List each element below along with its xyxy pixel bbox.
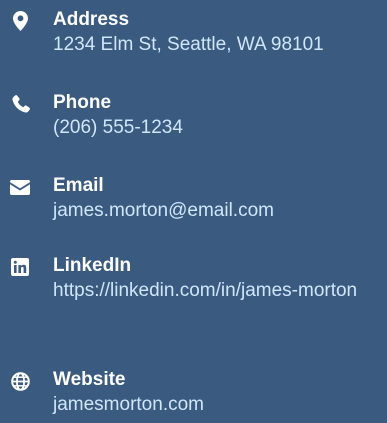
contact-label-phone: Phone bbox=[53, 92, 112, 113]
website-link[interactable]: jamesmorton.com bbox=[53, 390, 383, 419]
contact-label-website: Website bbox=[53, 369, 126, 390]
linkedin-icon bbox=[9, 257, 31, 277]
phone-icon bbox=[9, 94, 31, 114]
contact-list: Address 1234 Elm St, Seattle, WA 98101 P… bbox=[0, 0, 387, 423]
envelope-icon bbox=[9, 177, 31, 197]
contact-label-email: Email bbox=[53, 175, 104, 196]
address-value: 1234 Elm St, Seattle, WA 98101 bbox=[53, 34, 324, 55]
phone-value[interactable]: (206) 555-1234 bbox=[53, 113, 383, 142]
email-link[interactable]: james.morton@email.com bbox=[53, 196, 383, 225]
contact-label-address: Address bbox=[53, 9, 130, 30]
globe-icon bbox=[9, 371, 31, 391]
contact-label-linkedin: LinkedIn bbox=[53, 255, 132, 276]
linkedin-link[interactable]: https://linkedin.com/in/james-morton bbox=[53, 276, 383, 305]
map-marker-icon bbox=[9, 11, 31, 31]
